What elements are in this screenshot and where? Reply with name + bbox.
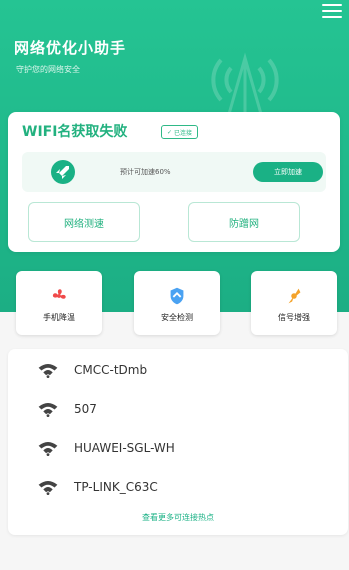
wifi-network-row[interactable]: 507 — [36, 396, 326, 422]
wifi-list-card: CMCC-tDmb 507 HUAWEI-SGL-WH TP-LINK_C63C… — [8, 349, 348, 535]
wifi-icon — [38, 441, 58, 456]
menu-button[interactable] — [322, 4, 342, 18]
page-title: 网络优化小助手 — [14, 39, 127, 57]
wifi-name: TP-LINK_C63C — [74, 480, 158, 494]
shield-icon — [170, 287, 184, 305]
feature-label: 信号增强 — [278, 313, 310, 322]
anti-leech-button[interactable]: 防蹭网 — [188, 202, 300, 242]
signal-icon — [288, 288, 301, 304]
wifi-network-row[interactable]: TP-LINK_C63C — [36, 474, 326, 500]
connection-status-badge: ✓ 已连接 — [161, 125, 199, 139]
wifi-name: 507 — [74, 402, 97, 416]
phone-cooling-button[interactable]: 手机降温 — [16, 271, 102, 335]
view-more-hotspots-link[interactable]: 查看更多可连接热点 — [8, 512, 348, 523]
signal-boost-button[interactable]: 信号增强 — [251, 271, 337, 335]
wifi-status-card: WIFI名获取失败 ✓ 已连接 预计可加速60% 立即加速 网络测速 防蹭网 — [8, 112, 340, 252]
boost-now-button[interactable]: 立即加速 — [253, 162, 323, 182]
tower-illustration-icon — [211, 52, 279, 116]
wifi-icon — [38, 402, 58, 417]
wifi-icon — [38, 480, 58, 495]
check-icon: ✓ — [167, 128, 173, 136]
wifi-network-row[interactable]: CMCC-tDmb — [36, 357, 326, 383]
wifi-network-row[interactable]: HUAWEI-SGL-WH — [36, 435, 326, 461]
status-badge-label: 已连接 — [174, 129, 193, 137]
wifi-name: HUAWEI-SGL-WH — [74, 441, 175, 455]
fan-icon — [52, 289, 66, 299]
boost-panel: 预计可加速60% 立即加速 — [22, 152, 326, 192]
wifi-icon — [38, 363, 58, 378]
page-subtitle: 守护您的网络安全 — [16, 65, 80, 74]
wifi-name: CMCC-tDmb — [74, 363, 148, 377]
feature-label: 安全检测 — [161, 313, 193, 322]
rocket-icon — [51, 160, 75, 184]
feature-label: 手机降温 — [43, 313, 75, 322]
boost-estimate-text: 预计可加速60% — [120, 168, 171, 176]
hamburger-menu-icon — [322, 4, 342, 6]
security-check-button[interactable]: 安全检测 — [134, 271, 220, 335]
speed-test-button[interactable]: 网络测速 — [28, 202, 140, 242]
wifi-status-title: WIFI名获取失败 — [22, 124, 128, 140]
